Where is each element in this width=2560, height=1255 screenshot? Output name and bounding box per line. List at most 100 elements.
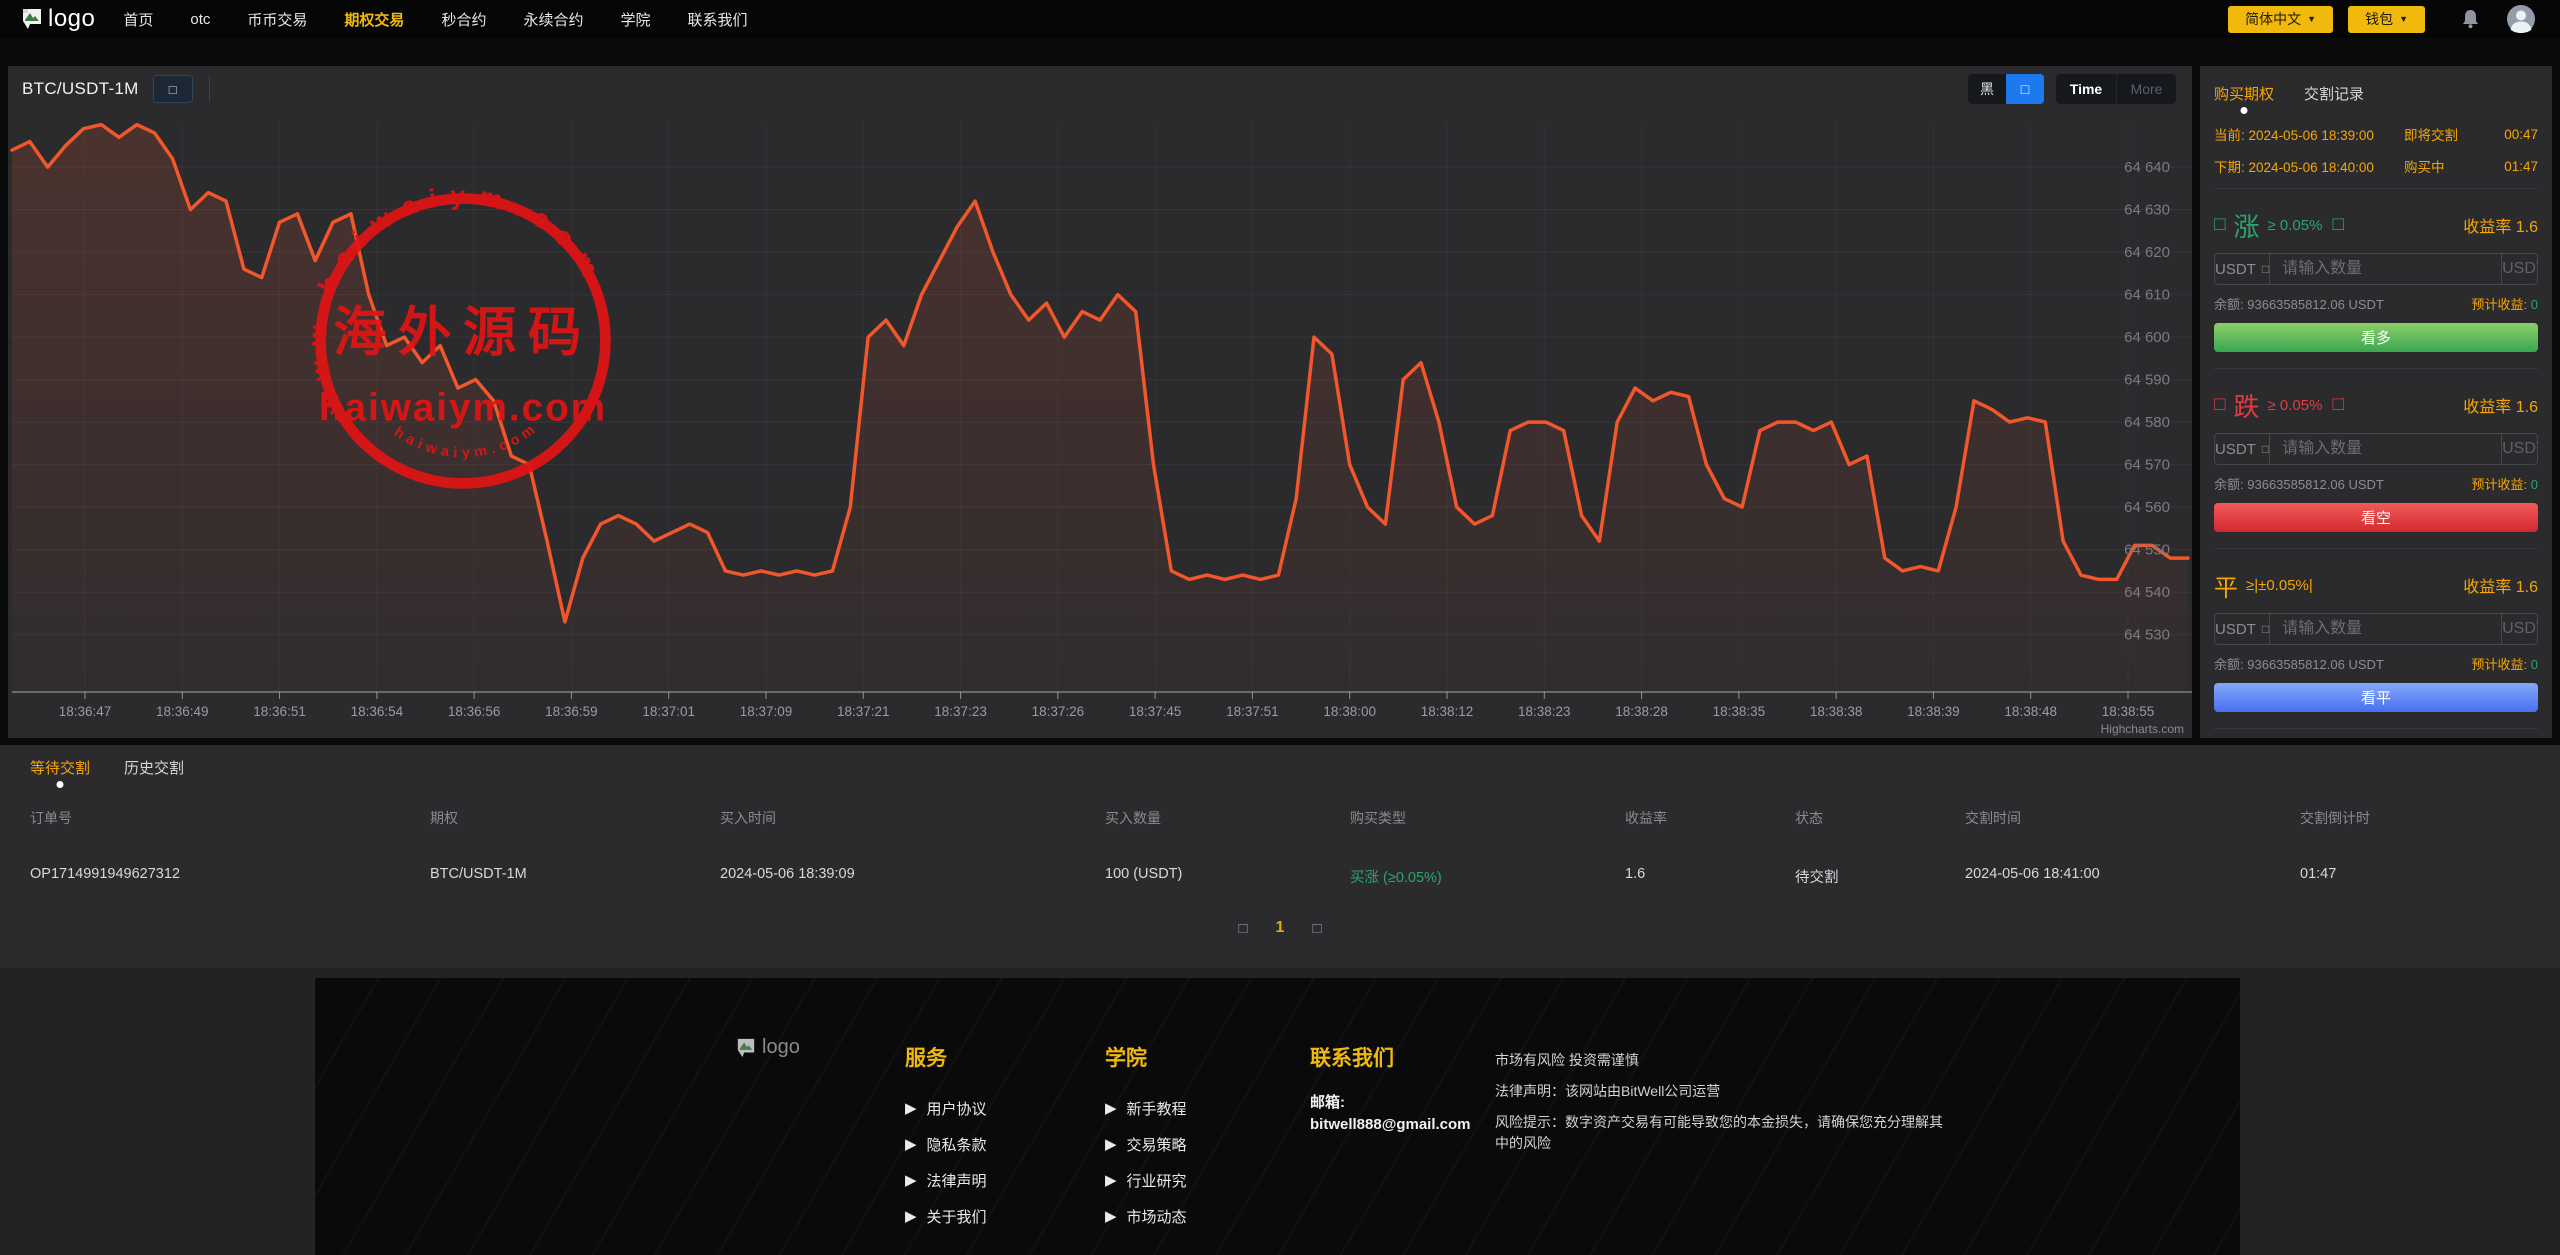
svg-text:18:37:23: 18:37:23 [934,704,987,719]
unit-label: USDT [2501,614,2537,644]
theme-light-button[interactable]: □ [2006,74,2044,104]
order-status: 待交割 [1795,870,1839,886]
theme-dark-button[interactable]: 黑 [1968,74,2006,104]
broken-image-icon [737,1038,755,1057]
link-industry-research[interactable]: ▶ 行业研究 [1105,1162,1187,1198]
nav-item-home[interactable]: 首页 [123,9,153,30]
link-beginner-tutorial[interactable]: ▶ 新手教程 [1105,1090,1187,1126]
wallet-button[interactable]: 钱包 ▼ [2348,5,2425,33]
link-trading-strategy[interactable]: ▶ 交易策略 [1105,1126,1187,1162]
dropdown-icon: □ [2261,262,2270,276]
period-info: 当前: 2024-05-06 18:39:00 即将交割 00:47 下期: 2… [2214,118,2538,182]
contact-email[interactable]: 邮箱: bitwell888@gmail.com [1310,1092,1471,1136]
bullet-icon: ▶ [905,1100,917,1117]
order-rate: 1.6 [1625,866,1646,882]
svg-text:64 640: 64 640 [2124,159,2170,176]
flat-balance-row: 余额: 93663585812.06 USDT 预计收益: 0 [2214,653,2538,673]
link-market-news[interactable]: ▶ 市场动态 [1105,1198,1187,1234]
order-amount: 100 (USDT) [1105,866,1183,882]
footer-logo-text: logo [762,1036,800,1058]
current-period-row: 当前: 2024-05-06 18:39:00 即将交割 00:47 [2214,118,2538,150]
svg-text:18:36:56: 18:36:56 [448,704,501,719]
chevron-down-icon: ▼ [2307,14,2317,24]
pagination: □ 1 □ [30,919,2530,937]
link-legal-statement[interactable]: ▶ 法律声明 [905,1162,987,1198]
link-privacy-terms[interactable]: ▶ 隐私条款 [905,1126,987,1162]
buy-down-button[interactable]: 看空 [2214,503,2538,532]
nav-item-academy[interactable]: 学院 [620,9,650,30]
language-select-button[interactable]: 简体中文 ▼ [2228,5,2334,33]
svg-text:64 600: 64 600 [2124,329,2170,346]
highcharts-credit[interactable]: Highcharts.com [2101,722,2184,736]
site-logo[interactable]: logo [20,5,95,33]
fall-balance-row: 余额: 93663585812.06 USDT 预计收益: 0 [2214,473,2538,493]
tab-history-settlement[interactable]: 历史交割 [124,757,184,778]
order-panel: 购买期权 交割记录 当前: 2024-05-06 18:39:00 即将交割 0… [2200,66,2552,738]
footer-logo: logo [735,1036,800,1059]
current-page-number[interactable]: 1 [1276,919,1285,937]
symbol-select-button[interactable]: □ [152,75,193,103]
flat-rate: 收益率 1.6 [2463,579,2538,596]
svg-text:18:37:26: 18:37:26 [1032,704,1085,719]
currency-select[interactable]: USDT □ [2215,434,2271,464]
currency-select[interactable]: USDT □ [2215,254,2271,284]
nav-item-perpetual-contract[interactable]: 永续合约 [523,9,583,30]
buy-flat-button[interactable]: 看平 [2214,683,2538,712]
price-line-chart[interactable]: 18:36:47 18:36:49 18:36:51 18:36:54 18:36:56… [8,112,2192,734]
rise-amount-group: USDT□ USDT [2214,253,2538,285]
bullet-icon: ▶ [905,1136,917,1153]
range-time-button[interactable]: Time [2056,74,2116,104]
svg-text:18:37:01: 18:37:01 [642,704,695,719]
flat-amount-input[interactable] [2270,614,2502,644]
up-glyph-icon: □ [2214,214,2226,235]
user-avatar[interactable] [2506,4,2536,34]
buy-up-button[interactable]: 看多 [2214,323,2538,352]
order-countdown: 01:47 [2300,866,2337,882]
nav-item-otc[interactable]: otc [190,11,210,28]
nav-item-contact-us[interactable]: 联系我们 [687,9,747,30]
footer-column-services: 服务 ▶ 用户协议 ▶ 隐私条款 ▶ 法律声明 ▶ 关于我们 [905,1042,987,1234]
current-period-status: 即将交割 [2404,128,2458,143]
fall-condition: ≥ 0.05% [2267,396,2323,414]
bullet-icon: ▶ [1105,1136,1117,1153]
fall-amount-input[interactable] [2270,434,2502,464]
next-page-button[interactable]: □ [1312,920,1321,937]
rise-balance-row: 余额: 93663585812.06 USDT 预计收益: 0 [2214,293,2538,313]
svg-text:18:38:55: 18:38:55 [2102,704,2155,719]
range-more-button[interactable]: More [2116,74,2176,104]
svg-text:18:37:09: 18:37:09 [740,704,793,719]
language-label: 简体中文 [2245,11,2302,27]
dropdown-icon: □ [2261,442,2270,456]
order-row: OP1714991949627312 BTC/USDT-1M 2024-05-0… [30,866,2530,887]
rise-condition: ≥ 0.05% [2267,216,2323,234]
svg-text:18:38:23: 18:38:23 [1518,704,1571,719]
rise-amount-input[interactable] [2270,254,2502,284]
notification-bell-icon[interactable] [2462,9,2479,29]
theme-toggle-group: 黑 □ [1968,74,2044,104]
fall-label: 跌 [2233,391,2260,422]
flat-option-section: 平 ≥|±0.05%| 收益率 1.6 USDT□ USDT 余额: 93663… [2214,549,2538,712]
col-buy-amount: 买入数量 [1105,810,1161,826]
col-buy-type: 购买类型 [1350,810,1406,826]
tab-buy-options[interactable]: 购买期权 [2214,83,2274,114]
prev-page-button[interactable]: □ [1238,920,1247,937]
nav-item-seconds-contract[interactable]: 秒合约 [441,9,486,30]
topbar-right: 简体中文 ▼ 钱包 ▼ [2228,4,2540,34]
orders-tabs: 等待交割 历史交割 [30,757,2530,788]
chart-panel: BTC/USDT-1M □ 黑 □ Time More 18:36:47 18:3… [8,66,2192,738]
svg-text:18:36:47: 18:36:47 [59,704,112,719]
next-countdown: 01:47 [2504,158,2538,174]
orders-section: 等待交割 历史交割 订单号 期权 买入时间 买入数量 购买类型 收益率 状态 交… [0,745,2560,968]
flat-header: 平 ≥|±0.05%| 收益率 1.6 [2214,565,2538,605]
svg-text:18:36:51: 18:36:51 [253,704,306,719]
nav-item-spot-trade[interactable]: 币币交易 [247,9,307,30]
main-nav: 首页 otc 币币交易 期权交易 秒合约 永续合约 学院 联系我们 [123,9,747,30]
link-user-agreement[interactable]: ▶ 用户协议 [905,1090,987,1126]
active-tab-dot [2240,107,2248,114]
nav-item-options-trade[interactable]: 期权交易 [344,9,404,30]
currency-select[interactable]: USDT □ [2215,614,2271,644]
footer-disclaimer: 市场有风险 投资需谨慎 法律声明：该网站由BitWell公司运营 风险提示：数字… [1495,1050,1965,1164]
tab-waiting-settlement[interactable]: 等待交割 [30,757,90,788]
tab-settlement-records[interactable]: 交割记录 [2304,83,2364,104]
link-about-us[interactable]: ▶ 关于我们 [905,1198,987,1234]
